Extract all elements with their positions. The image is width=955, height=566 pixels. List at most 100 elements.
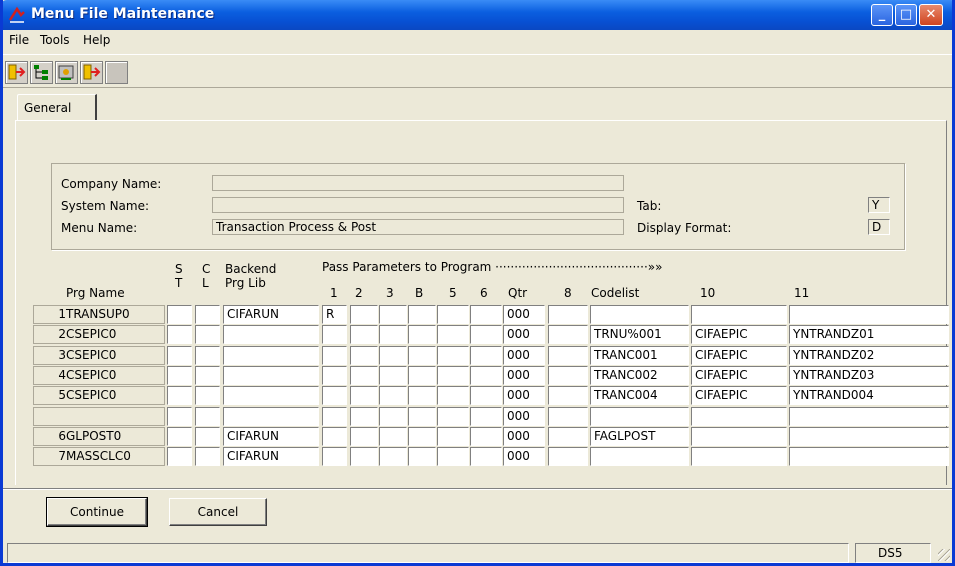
row-header[interactable]: 4CSEPIC0 bbox=[33, 366, 165, 385]
grid-cell-p2[interactable] bbox=[350, 407, 378, 426]
minimize-button[interactable]: _ bbox=[871, 4, 893, 26]
grid-cell-cl[interactable] bbox=[195, 305, 220, 324]
grid-cell-lib[interactable]: CIFARUN bbox=[223, 427, 319, 446]
grid-cell-cl[interactable] bbox=[195, 366, 220, 385]
grid-cell-p2[interactable] bbox=[350, 305, 378, 324]
grid-cell-cl[interactable] bbox=[195, 386, 220, 405]
grid-cell-lib[interactable] bbox=[223, 407, 319, 426]
grid-cell-p8[interactable] bbox=[548, 447, 588, 466]
grid-cell-p10[interactable] bbox=[691, 427, 787, 446]
tree-icon[interactable] bbox=[30, 61, 53, 84]
grid-cell-p1[interactable] bbox=[322, 386, 347, 405]
grid-cell-p11[interactable]: YNTRANDZ02 bbox=[789, 346, 949, 365]
grid-cell-p2[interactable] bbox=[350, 427, 378, 446]
grid-cell-p5[interactable] bbox=[437, 305, 469, 324]
grid-cell-p1[interactable] bbox=[322, 407, 347, 426]
grid-cell-p11[interactable] bbox=[789, 407, 949, 426]
grid-cell-p5[interactable] bbox=[437, 346, 469, 365]
grid-cell-p7[interactable]: 000 bbox=[503, 447, 545, 466]
menu-file[interactable]: File bbox=[9, 33, 29, 47]
row-header[interactable]: 5CSEPIC0 bbox=[33, 386, 165, 405]
title-bar[interactable]: Menu File Maintenance _ □ ✕ bbox=[3, 0, 952, 30]
row-header[interactable]: 6GLPOST0 bbox=[33, 427, 165, 446]
maximize-button[interactable]: □ bbox=[895, 4, 917, 26]
row-header[interactable]: 2CSEPIC0 bbox=[33, 325, 165, 344]
close-button[interactable]: ✕ bbox=[919, 4, 943, 26]
row-header[interactable]: 3CSEPIC0 bbox=[33, 346, 165, 365]
grid-cell-p5[interactable] bbox=[437, 447, 469, 466]
grid-cell-p4[interactable] bbox=[408, 366, 436, 385]
grid-cell-p3[interactable] bbox=[379, 366, 407, 385]
grid-cell-lib[interactable] bbox=[223, 366, 319, 385]
grid-cell-p5[interactable] bbox=[437, 366, 469, 385]
grid-cell-p4[interactable] bbox=[408, 346, 436, 365]
settings-icon[interactable] bbox=[55, 61, 78, 84]
grid-cell-p9[interactable]: FAGLPOST bbox=[590, 427, 689, 446]
grid-cell-p7[interactable]: 000 bbox=[503, 346, 545, 365]
grid-cell-p8[interactable] bbox=[548, 305, 588, 324]
grid-cell-p6[interactable] bbox=[470, 427, 502, 446]
grid-cell-p9[interactable] bbox=[590, 407, 689, 426]
grid-cell-p3[interactable] bbox=[379, 386, 407, 405]
grid-cell-p7[interactable]: 000 bbox=[503, 325, 545, 344]
grid-cell-p1[interactable] bbox=[322, 447, 347, 466]
grid-cell-p10[interactable] bbox=[691, 305, 787, 324]
grid-cell-p8[interactable] bbox=[548, 325, 588, 344]
grid-cell-p8[interactable] bbox=[548, 346, 588, 365]
grid-cell-p5[interactable] bbox=[437, 325, 469, 344]
grid-cell-p9[interactable] bbox=[590, 305, 689, 324]
grid-cell-p11[interactable] bbox=[789, 447, 949, 466]
grid-cell-p6[interactable] bbox=[470, 305, 502, 324]
grid-cell-p2[interactable] bbox=[350, 386, 378, 405]
continue-button[interactable]: Continue bbox=[46, 497, 148, 527]
grid-cell-p5[interactable] bbox=[437, 386, 469, 405]
grid-cell-st[interactable] bbox=[167, 366, 192, 385]
grid-cell-p7[interactable]: 000 bbox=[503, 366, 545, 385]
grid-cell-p6[interactable] bbox=[470, 325, 502, 344]
grid-cell-st[interactable] bbox=[167, 346, 192, 365]
resize-grip-icon[interactable] bbox=[938, 549, 950, 561]
grid-cell-p4[interactable] bbox=[408, 407, 436, 426]
grid-cell-p6[interactable] bbox=[470, 407, 502, 426]
grid-cell-cl[interactable] bbox=[195, 325, 220, 344]
grid-cell-st[interactable] bbox=[167, 325, 192, 344]
grid-cell-p2[interactable] bbox=[350, 366, 378, 385]
grid-cell-p8[interactable] bbox=[548, 427, 588, 446]
grid-cell-cl[interactable] bbox=[195, 407, 220, 426]
grid-cell-p8[interactable] bbox=[548, 366, 588, 385]
grid-cell-p11[interactable] bbox=[789, 427, 949, 446]
grid-cell-p7[interactable]: 000 bbox=[503, 407, 545, 426]
grid-cell-p9[interactable] bbox=[590, 447, 689, 466]
grid-cell-p5[interactable] bbox=[437, 407, 469, 426]
grid-cell-p4[interactable] bbox=[408, 386, 436, 405]
grid-cell-p9[interactable]: TRNU%001 bbox=[590, 325, 689, 344]
grid-cell-p1[interactable]: R bbox=[322, 305, 347, 324]
grid-cell-st[interactable] bbox=[167, 305, 192, 324]
grid-cell-p7[interactable]: 000 bbox=[503, 427, 545, 446]
grid-cell-p1[interactable] bbox=[322, 427, 347, 446]
cancel-button[interactable]: Cancel bbox=[169, 498, 267, 526]
grid-cell-p10[interactable]: CIFAEPIC bbox=[691, 366, 787, 385]
grid-cell-p9[interactable]: TRANC002 bbox=[590, 366, 689, 385]
grid-cell-p10[interactable]: CIFAEPIC bbox=[691, 386, 787, 405]
grid-cell-st[interactable] bbox=[167, 407, 192, 426]
exit-icon[interactable] bbox=[5, 61, 28, 84]
logout-icon[interactable] bbox=[80, 61, 103, 84]
grid-cell-p3[interactable] bbox=[379, 407, 407, 426]
grid-cell-p7[interactable]: 000 bbox=[503, 305, 545, 324]
grid-cell-lib[interactable]: CIFARUN bbox=[223, 305, 319, 324]
grid-cell-p6[interactable] bbox=[470, 366, 502, 385]
grid-cell-p4[interactable] bbox=[408, 325, 436, 344]
tab-general[interactable]: General bbox=[17, 94, 97, 120]
grid-cell-p3[interactable] bbox=[379, 305, 407, 324]
grid-cell-lib[interactable] bbox=[223, 325, 319, 344]
grid-cell-p2[interactable] bbox=[350, 447, 378, 466]
row-header[interactable] bbox=[33, 407, 165, 426]
grid-cell-lib[interactable] bbox=[223, 386, 319, 405]
grid-cell-lib[interactable]: CIFARUN bbox=[223, 447, 319, 466]
grid-cell-p10[interactable]: CIFAEPIC bbox=[691, 346, 787, 365]
grid-cell-p11[interactable]: YNTRANDZ03 bbox=[789, 366, 949, 385]
grid-cell-p1[interactable] bbox=[322, 325, 347, 344]
grid-cell-st[interactable] bbox=[167, 386, 192, 405]
grid-cell-cl[interactable] bbox=[195, 346, 220, 365]
